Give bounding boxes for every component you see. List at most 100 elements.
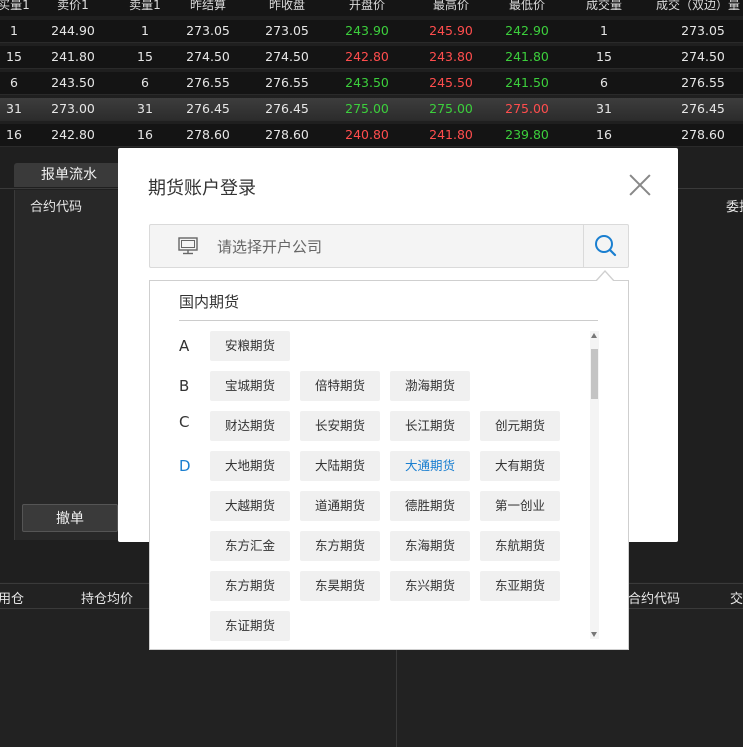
broker-option[interactable]: 东亚期货 — [480, 571, 560, 601]
broker-option[interactable]: 东方汇金 — [210, 531, 290, 561]
col-contract-code: 合约代码 — [30, 200, 83, 215]
order-list — [14, 190, 120, 540]
scroll-down-icon[interactable] — [591, 632, 597, 637]
quote-cell-pre-settle: 276.55 — [186, 75, 230, 90]
quote-cell-pre-close: 278.60 — [265, 127, 309, 142]
broker-option[interactable]: 倍特期货 — [300, 371, 380, 401]
quote-row[interactable]: 31 273.00 31 276.45 276.45 275.00 275.00 275.00… — [0, 98, 743, 121]
quote-cell-volume: 15 — [596, 49, 612, 64]
quote-row[interactable]: 16 242.80 16 278.60 278.60 240.80 241.80 239.80… — [0, 124, 743, 147]
close-icon[interactable] — [628, 173, 652, 197]
quote-cell-open: 242.80 — [345, 49, 389, 64]
quote-cell-turnover: 278.60 — [681, 127, 725, 142]
header-pre-settle: 昨结算 — [189, 0, 226, 12]
modal-title: 期货账户登录 — [148, 178, 256, 199]
quote-cell-high: 241.80 — [429, 127, 473, 142]
header-open: 开盘价 — [348, 0, 385, 12]
quote-cell-turnover: 276.55 — [681, 75, 725, 90]
header-high: 最高价 — [432, 0, 469, 12]
broker-option[interactable]: 第一创业 — [480, 491, 560, 521]
broker-option[interactable]: 道通期货 — [300, 491, 380, 521]
quote-cell-turnover: 274.50 — [681, 49, 725, 64]
broker-option[interactable]: 东海期货 — [390, 531, 470, 561]
quote-cell-buy-vol: 6 — [10, 75, 18, 90]
broker-option[interactable]: 渤海期货 — [390, 371, 470, 401]
broker-option[interactable]: 东证期货 — [210, 611, 290, 641]
search-icon — [595, 235, 617, 257]
monitor-icon — [178, 237, 198, 255]
quote-cell-turnover: 273.05 — [681, 23, 725, 38]
quote-cell-low: 275.00 — [505, 101, 549, 116]
quote-cell-open: 240.80 — [345, 127, 389, 142]
quote-row[interactable]: 1 244.90 1 273.05 273.05 243.90 245.90 242.90 1 2… — [0, 20, 743, 43]
quote-cell-open: 275.00 — [345, 101, 389, 116]
quote-cell-ask-vol: 15 — [137, 49, 153, 64]
quote-cell-ask: 244.90 — [51, 23, 95, 38]
broker-option[interactable]: 大越期货 — [210, 491, 290, 521]
quote-row[interactable]: 15 241.80 15 274.50 274.50 242.80 243.80 241.80… — [0, 46, 743, 69]
broker-option[interactable]: 大通期货 — [390, 451, 470, 481]
quote-cell-low: 239.80 — [505, 127, 549, 142]
broker-option[interactable]: 安粮期货 — [210, 331, 290, 361]
header-pre-close: 昨收盘 — [268, 0, 305, 12]
cancel-order-button[interactable]: 撤单 — [22, 504, 118, 532]
header-low: 最低价 — [508, 0, 545, 12]
quote-cell-high: 245.50 — [429, 75, 473, 90]
quote-cell-volume: 1 — [600, 23, 608, 38]
broker-option[interactable]: 东方期货 — [210, 571, 290, 601]
search-button[interactable] — [583, 225, 628, 267]
quote-cell-low: 241.80 — [505, 49, 549, 64]
scroll-up-icon[interactable] — [591, 333, 597, 338]
header-ask: 卖价1 — [57, 0, 89, 12]
quote-cell-ask-vol: 1 — [141, 23, 149, 38]
quote-cell-buy-vol: 31 — [6, 101, 22, 116]
header-buy-vol: 买量1 — [0, 0, 30, 12]
quote-cell-pre-settle: 278.60 — [186, 127, 230, 142]
header-turnover: 成交（双边）量 — [656, 0, 741, 12]
quote-cell-open: 243.90 — [345, 23, 389, 38]
index-letter-c: C — [179, 413, 190, 431]
tab-order-flow[interactable]: 报单流水 — [14, 163, 126, 187]
broker-option[interactable]: 宝城期货 — [210, 371, 290, 401]
dropdown-title: 国内期货 — [179, 293, 240, 311]
index-letter-a: A — [179, 337, 190, 355]
quote-cell-ask-vol: 31 — [137, 101, 153, 116]
quote-cell-turnover: 276.45 — [681, 101, 725, 116]
quote-cell-pre-close: 273.05 — [265, 23, 309, 38]
header-ask-vol: 卖量1 — [129, 0, 161, 12]
broker-option[interactable]: 长安期货 — [300, 411, 380, 441]
broker-option[interactable]: 大陆期货 — [300, 451, 380, 481]
broker-option[interactable]: 东兴期货 — [390, 571, 470, 601]
scrollbar[interactable] — [590, 331, 599, 639]
index-letter-d: D — [179, 457, 191, 475]
broker-option[interactable]: 财达期货 — [210, 411, 290, 441]
quote-cell-pre-close: 276.55 — [265, 75, 309, 90]
broker-dropdown: 国内期货 A 安粮期货 B 宝城期货 倍特期货 渤海期货 C 财达期货 长安期货 长江期货 创元期货… — [149, 280, 629, 650]
broker-option[interactable]: 东航期货 — [480, 531, 560, 561]
quote-cell-high: 243.80 — [429, 49, 473, 64]
quote-cell-pre-settle: 273.05 — [186, 23, 230, 38]
broker-option[interactable]: 创元期货 — [480, 411, 560, 441]
quote-row[interactable]: 6 243.50 6 276.55 276.55 243.50 245.50 241.50 6 2… — [0, 72, 743, 95]
quote-cell-high: 275.00 — [429, 101, 473, 116]
broker-option[interactable]: 德胜期货 — [390, 491, 470, 521]
col-avg-price: 持仓均价 — [81, 592, 134, 607]
broker-option[interactable]: 大有期货 — [480, 451, 560, 481]
col-contract-code-right: 合约代码 — [628, 592, 681, 607]
broker-option[interactable]: 大地期货 — [210, 451, 290, 481]
quote-cell-low: 241.50 — [505, 75, 549, 90]
broker-search-box[interactable] — [149, 224, 629, 269]
broker-search-input[interactable] — [215, 225, 579, 269]
col-order-partial: 委托 — [726, 200, 743, 215]
broker-option[interactable]: 东昊期货 — [300, 571, 380, 601]
quote-cell-low: 242.90 — [505, 23, 549, 38]
quote-cell-ask: 243.50 — [51, 75, 95, 90]
scroll-thumb[interactable] — [591, 349, 598, 399]
quote-cell-pre-close: 274.50 — [265, 49, 309, 64]
broker-option[interactable]: 长江期货 — [390, 411, 470, 441]
header-volume: 成交量 — [585, 0, 622, 12]
quote-cell-volume: 6 — [600, 75, 608, 90]
divider — [179, 320, 598, 321]
quote-cell-volume: 16 — [596, 127, 612, 142]
broker-option[interactable]: 东方期货 — [300, 531, 380, 561]
